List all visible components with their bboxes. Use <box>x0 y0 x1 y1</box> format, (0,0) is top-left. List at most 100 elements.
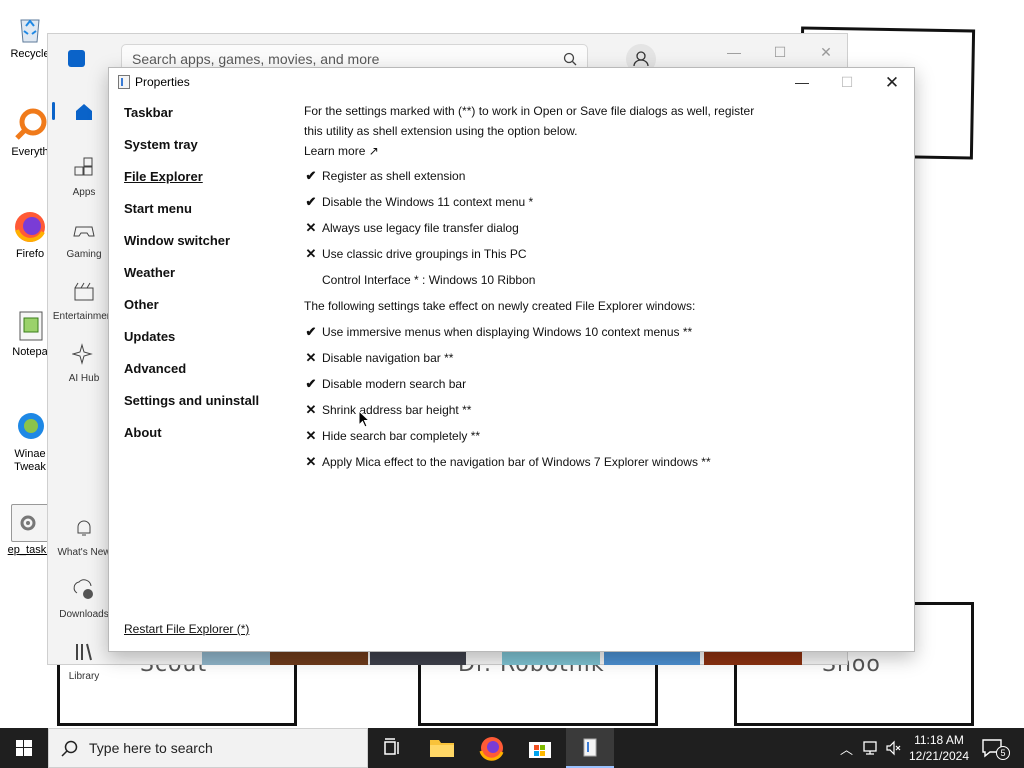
store-minimize-button[interactable]: — <box>722 42 746 62</box>
everything-icon <box>11 106 49 144</box>
taskbar-properties[interactable] <box>566 728 614 768</box>
option-label: Always use legacy file transfer dialog <box>322 221 519 235</box>
properties-app-icon <box>583 738 597 757</box>
home-icon <box>76 104 92 120</box>
restart-explorer-link[interactable]: Restart File Explorer (*) <box>124 622 249 636</box>
dialog-titlebar[interactable]: Properties — ☐ ✕ <box>109 68 914 97</box>
sidebar-item-system-tray[interactable]: System tray <box>124 135 294 167</box>
firefox-icon <box>11 208 49 246</box>
search-icon <box>61 740 78 757</box>
option-row[interactable]: ✔ Use immersive menus when displaying Win… <box>304 322 774 348</box>
store-icon <box>529 742 551 758</box>
option-row[interactable]: ✕ Hide search bar completely ** <box>304 426 774 452</box>
sidebar-item-other[interactable]: Other <box>124 295 294 327</box>
task-view-button[interactable] <box>368 728 416 768</box>
firefox-icon <box>479 737 504 761</box>
option-row[interactable]: ✔ Disable the Windows 11 context menu * <box>304 192 774 218</box>
dialog-sidebar: Taskbar System tray File Explorer Start … <box>124 103 294 455</box>
sidebar-item-taskbar[interactable]: Taskbar <box>124 103 294 135</box>
checkmark-icon: ✔ <box>305 168 317 183</box>
start-button[interactable] <box>0 728 48 768</box>
option-label: Hide search bar completely ** <box>322 429 481 443</box>
option-row[interactable]: ✔ Disable modern search bar <box>304 374 774 400</box>
option-row[interactable]: ✔ Register as shell extension <box>304 166 774 192</box>
clock-time: 11:18 AM <box>914 733 964 747</box>
cross-icon: ✕ <box>305 246 317 261</box>
notification-count-badge: 5 <box>996 746 1010 760</box>
store-search-input[interactable] <box>132 50 552 68</box>
clapperboard-icon <box>74 282 94 301</box>
option-row[interactable]: ✕ Always use legacy file transfer dialog <box>304 218 774 244</box>
section-heading: The following settings take effect on ne… <box>304 299 696 313</box>
sidebar-item-start-menu[interactable]: Start menu <box>124 199 294 231</box>
sidebar-item-about[interactable]: About <box>124 423 294 455</box>
option-label: Register as shell extension <box>322 169 466 183</box>
mouse-cursor-icon <box>358 410 370 428</box>
intro-text: For the settings marked with (**) to wor… <box>304 104 755 138</box>
option-label: Use immersive menus when displaying Wind… <box>322 325 693 339</box>
recycle-bin-icon <box>11 8 49 46</box>
download-icon <box>73 579 93 599</box>
option-row[interactable]: ✕ Disable navigation bar ** <box>304 348 774 374</box>
task-view-icon <box>384 738 399 755</box>
volume-muted-icon[interactable] <box>885 740 903 756</box>
option-label: Use classic drive groupings in This PC <box>322 247 527 261</box>
library-icon <box>76 643 92 661</box>
store-maximize-button[interactable]: ☐ <box>768 42 792 62</box>
taskbar-file-explorer[interactable] <box>418 728 466 768</box>
taskbar-search-box[interactable]: Type here to search <box>48 728 368 768</box>
minimize-button[interactable]: — <box>779 68 825 97</box>
network-icon[interactable] <box>862 740 880 756</box>
folder-icon <box>430 740 454 757</box>
apps-icon <box>74 157 93 176</box>
sidebar-item-settings-uninstall[interactable]: Settings and uninstall <box>124 391 294 423</box>
store-logo-icon <box>68 50 85 67</box>
taskbar-search-text: Type here to search <box>89 740 213 756</box>
nav-label: Library <box>68 671 100 682</box>
app-icon <box>118 75 130 89</box>
notepad-icon <box>11 306 49 344</box>
properties-dialog: Properties — ☐ ✕ Taskbar System tray Fil… <box>108 67 915 652</box>
cross-icon: ✕ <box>305 220 317 235</box>
cross-icon: ✕ <box>305 402 317 417</box>
sidebar-item-file-explorer[interactable]: File Explorer <box>124 167 294 199</box>
settings-gear-icon <box>11 504 49 542</box>
clock-date: 12/21/2024 <box>908 749 970 763</box>
gamepad-icon <box>73 226 95 237</box>
option-label: Shrink address bar height ** <box>322 403 472 417</box>
sidebar-item-weather[interactable]: Weather <box>124 263 294 295</box>
option-label: Control Interface * : Windows 10 Ribbon <box>322 273 536 287</box>
checkmark-icon: ✔ <box>305 376 317 391</box>
dialog-title: Properties <box>135 75 190 89</box>
bell-icon <box>77 520 91 536</box>
sidebar-item-advanced[interactable]: Advanced <box>124 359 294 391</box>
cross-icon: ✕ <box>305 350 317 365</box>
cross-icon: ✕ <box>305 454 317 469</box>
option-row[interactable]: ✕ Apply Mica effect to the navigation bar… <box>304 452 774 478</box>
option-label: Apply Mica effect to the navigation bar … <box>322 455 711 469</box>
store-close-button[interactable]: ✕ <box>814 42 838 62</box>
cross-icon: ✕ <box>305 428 317 443</box>
option-label: Disable modern search bar <box>322 377 467 391</box>
windows-logo-icon <box>16 740 32 756</box>
taskbar-clock[interactable]: 11:18 AM 12/21/2024 <box>904 732 974 764</box>
winaero-tweaker-icon <box>11 408 49 446</box>
sparkle-icon <box>71 343 93 365</box>
learn-more-link[interactable]: Learn more ↗ <box>304 141 774 161</box>
control-interface-option[interactable]: Control Interface * : Windows 10 Ribbon <box>304 270 774 296</box>
maximize-button[interactable]: ☐ <box>824 68 870 97</box>
option-row[interactable]: ✕ Shrink address bar height ** <box>304 400 774 426</box>
taskbar-firefox[interactable] <box>468 728 516 768</box>
taskbar: Type here to search ︿ 11:18 AM 12/21/202… <box>0 728 1024 768</box>
sidebar-item-window-switcher[interactable]: Window switcher <box>124 231 294 263</box>
sidebar-item-updates[interactable]: Updates <box>124 327 294 359</box>
taskbar-store[interactable] <box>516 728 564 768</box>
close-button[interactable]: ✕ <box>869 68 915 97</box>
checkmark-icon: ✔ <box>305 324 317 339</box>
file-explorer-settings: For the settings marked with (**) to wor… <box>304 101 774 478</box>
show-hidden-icons-button[interactable]: ︿ <box>840 739 853 758</box>
option-row[interactable]: ✕ Use classic drive groupings in This PC <box>304 244 774 270</box>
option-label: Disable the Windows 11 context menu * <box>322 195 534 209</box>
search-icon <box>563 52 577 66</box>
notification-center-button[interactable]: 5 <box>978 734 1012 762</box>
